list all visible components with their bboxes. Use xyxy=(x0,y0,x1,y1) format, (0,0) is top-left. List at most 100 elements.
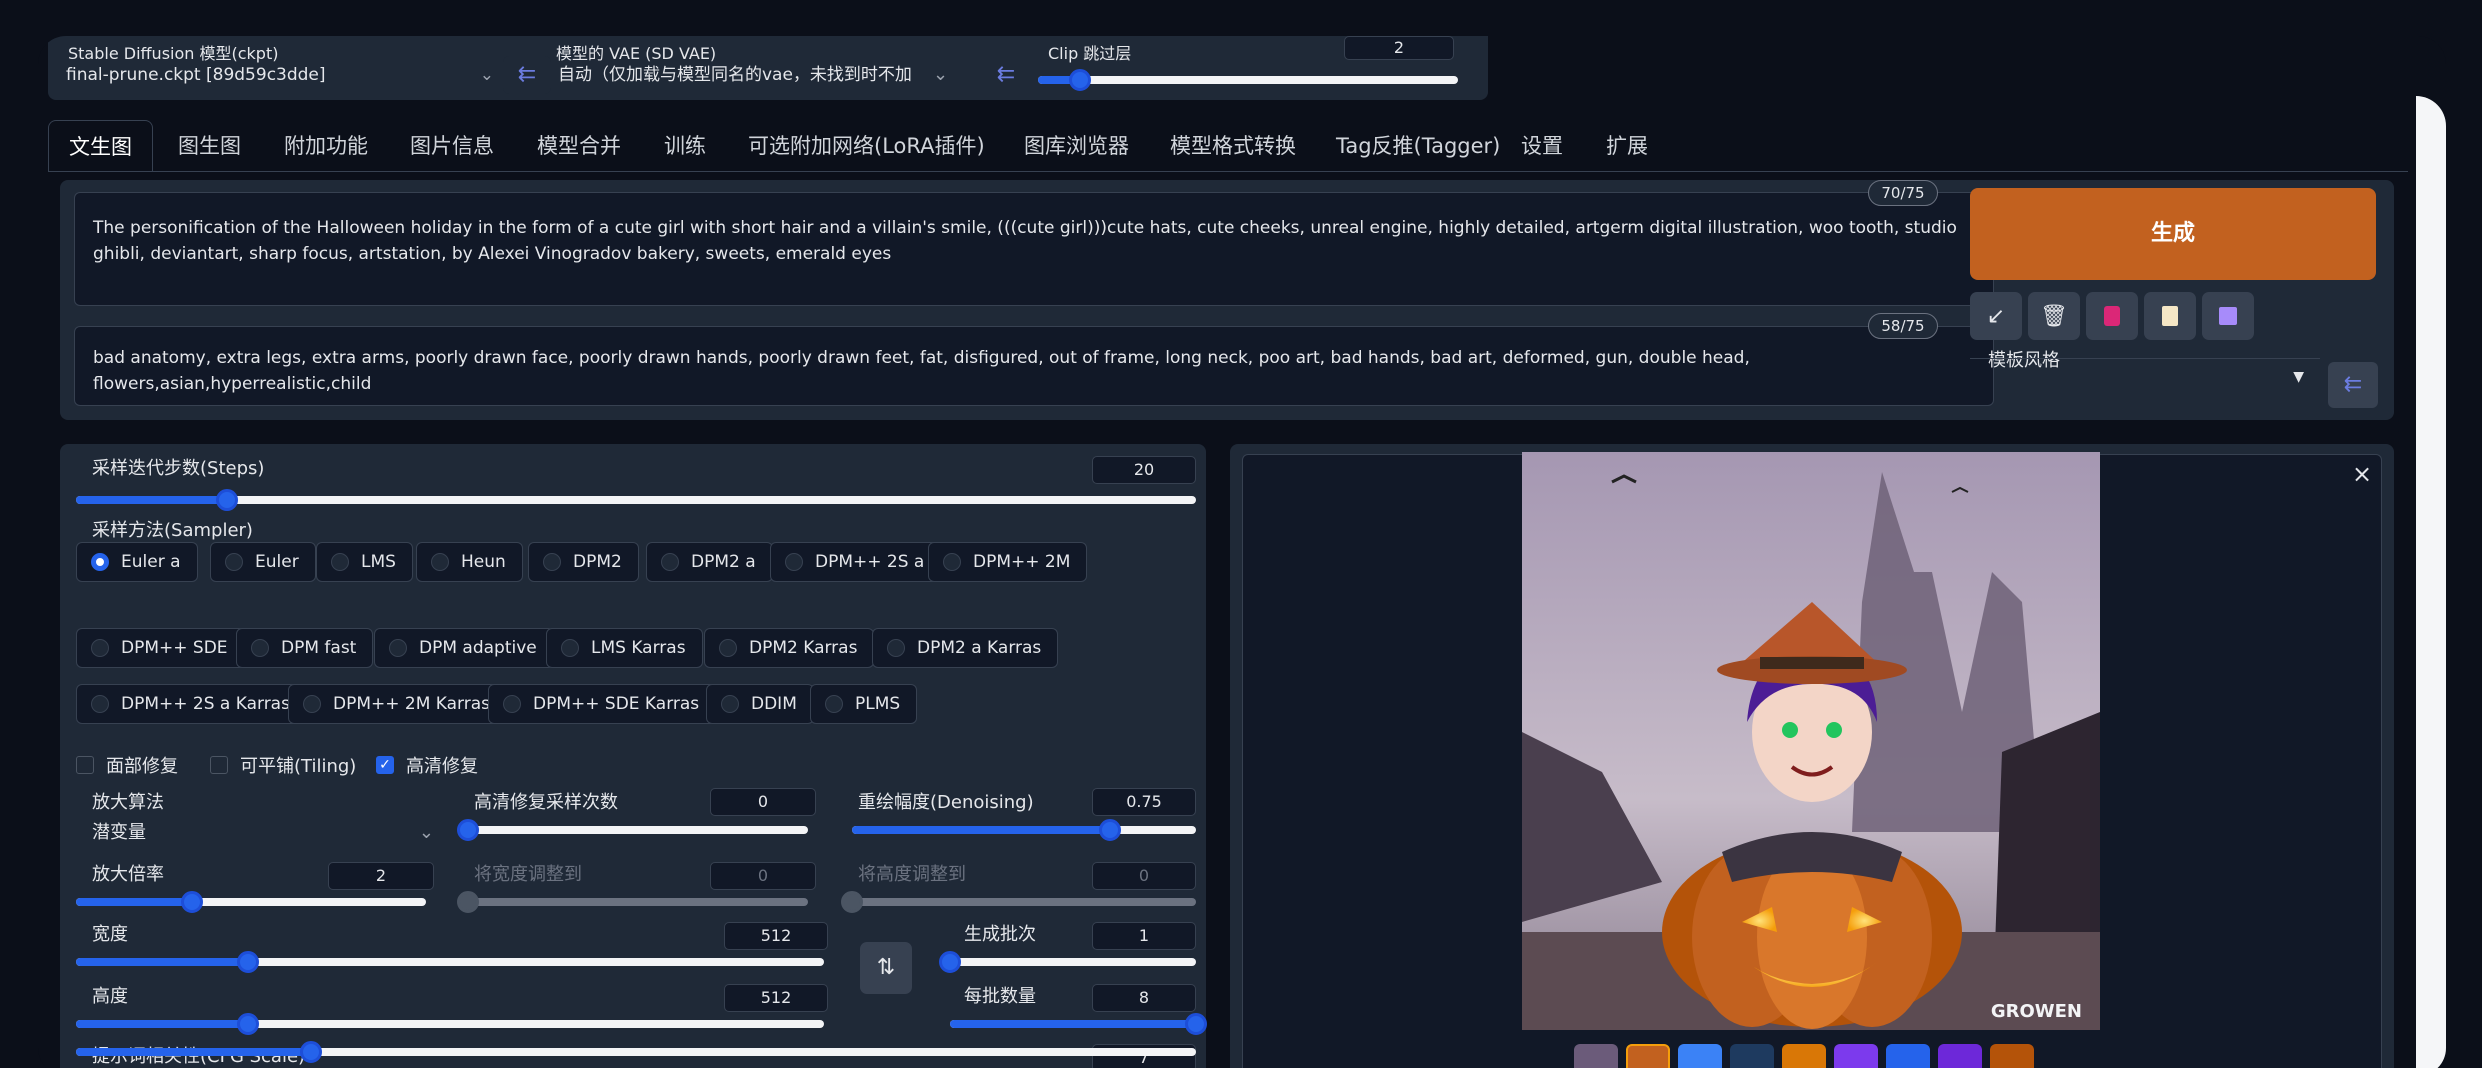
thumbnail-1[interactable] xyxy=(1574,1044,1618,1068)
denoising-value[interactable]: 0.75 xyxy=(1092,788,1196,816)
thumbnail-9[interactable] xyxy=(1990,1044,2034,1068)
refresh-ckpt-icon[interactable]: ⇇ xyxy=(503,56,551,94)
cfg-slider[interactable] xyxy=(76,1041,1196,1063)
close-icon[interactable]: × xyxy=(2352,460,2372,488)
arrow-icon[interactable]: ↙ xyxy=(1970,292,2022,340)
tab-convert[interactable]: 模型格式转换 xyxy=(1170,120,1296,172)
clip-slider[interactable] xyxy=(1038,69,1458,91)
tab-lora[interactable]: 可选附加网络(LoRA插件) xyxy=(748,120,985,172)
width-slider-thumb[interactable] xyxy=(237,951,260,973)
style-dropdown[interactable]: ▼ xyxy=(1970,358,2320,414)
sampler-option-lms-karras[interactable]: LMS Karras xyxy=(546,628,703,668)
sampler-option-euler-a[interactable]: Euler a xyxy=(76,542,198,582)
sampler-option-dpm2[interactable]: DPM2 xyxy=(528,542,639,582)
tab-train[interactable]: 训练 xyxy=(664,120,706,172)
upscale-by-slider-thumb[interactable] xyxy=(180,891,203,913)
negative-prompt-textarea[interactable]: bad anatomy, extra legs, extra arms, poo… xyxy=(74,326,1994,406)
thumbnail-2[interactable] xyxy=(1626,1044,1670,1068)
thumbnail-4[interactable] xyxy=(1730,1044,1774,1068)
upscale-by-value[interactable]: 2 xyxy=(328,862,434,890)
tab-img2img[interactable]: 图生图 xyxy=(178,120,241,172)
batch-count-value[interactable]: 1 xyxy=(1092,922,1196,950)
sampler-option-dpmpp-2s-a[interactable]: DPM++ 2S a xyxy=(770,542,942,582)
hires-steps-slider[interactable] xyxy=(457,819,808,841)
ckpt-dropdown[interactable]: final-prune.ckpt [89d59c3dde] ⌄ xyxy=(60,58,502,92)
app-window: Stable Diffusion 模型(ckpt) final-prune.ck… xyxy=(38,36,2446,1068)
swap-icon[interactable]: ⇅ xyxy=(860,942,912,994)
hires-steps-value[interactable]: 0 xyxy=(710,788,816,816)
thumbnail-8[interactable] xyxy=(1938,1044,1982,1068)
batch-count-slider-thumb[interactable] xyxy=(939,951,961,973)
sampler-option-label: DPM2 a Karras xyxy=(917,638,1042,658)
thumbnail-7[interactable] xyxy=(1886,1044,1930,1068)
steps-value[interactable]: 20 xyxy=(1092,456,1196,484)
sampler-option-label: DPM fast xyxy=(281,638,357,658)
sampler-option-heun[interactable]: Heun xyxy=(416,542,523,582)
generate-button[interactable]: 生成 xyxy=(1970,188,2376,280)
resize-height-slider xyxy=(841,891,1196,913)
upscale-by-slider[interactable] xyxy=(76,891,426,913)
prompt-textarea[interactable]: The personification of the Halloween hol… xyxy=(74,192,1994,306)
width-value[interactable]: 512 xyxy=(724,922,828,950)
tab-txt2img[interactable]: 文生图 xyxy=(48,120,153,172)
tab-png-info[interactable]: 图片信息 xyxy=(410,120,494,172)
height-slider-thumb[interactable] xyxy=(237,1013,260,1035)
hires-fix-checkbox[interactable]: ✓ 高清修复 xyxy=(376,752,478,778)
sampler-option-dpm2-a[interactable]: DPM2 a xyxy=(646,542,773,582)
tab-bar: 文生图 图生图 附加功能 图片信息 模型合并 训练 可选附加网络(LoRA插件)… xyxy=(48,120,2408,172)
refresh-styles-icon[interactable]: ⇇ xyxy=(2328,362,2378,408)
sampler-option-lms[interactable]: LMS xyxy=(316,542,413,582)
sampler-option-label: DPM++ SDE Karras xyxy=(533,694,700,714)
sampler-option-dpmpp-2m[interactable]: DPM++ 2M xyxy=(928,542,1088,582)
thumbnail-6[interactable] xyxy=(1834,1044,1878,1068)
tiling-checkbox[interactable]: 可平铺(Tiling) xyxy=(210,752,356,778)
trash-icon[interactable]: 🗑 xyxy=(2028,292,2080,340)
tab-gallery[interactable]: 图库浏览器 xyxy=(1024,120,1129,172)
sampler-option-dpm-fast[interactable]: DPM fast xyxy=(236,628,374,668)
sampler-option-label: DPM2 xyxy=(573,552,622,572)
tab-tagger[interactable]: Tag反推(Tagger) xyxy=(1336,120,1500,172)
sampler-option-label: PLMS xyxy=(855,694,901,714)
batch-size-slider-thumb[interactable] xyxy=(1185,1013,1207,1035)
paste-icon[interactable] xyxy=(2144,292,2196,340)
width-slider[interactable] xyxy=(76,951,824,973)
sampler-option-dpmpp-2s-a-karras[interactable]: DPM++ 2S a Karras xyxy=(76,684,307,724)
batch-size-value[interactable]: 8 xyxy=(1092,984,1196,1012)
sampler-option-plms[interactable]: PLMS xyxy=(810,684,918,724)
width-label: 宽度 xyxy=(92,924,128,945)
sampler-option-dpmpp-sde-karras[interactable]: DPM++ SDE Karras xyxy=(488,684,717,724)
save-style-icon[interactable] xyxy=(2202,292,2254,340)
height-value[interactable]: 512 xyxy=(724,984,828,1012)
height-slider[interactable] xyxy=(76,1013,824,1035)
tab-extensions[interactable]: 扩展 xyxy=(1606,120,1648,172)
sampler-option-dpmpp-2m-karras[interactable]: DPM++ 2M Karras xyxy=(288,684,508,724)
thumbnail-3[interactable] xyxy=(1678,1044,1722,1068)
clip-value[interactable]: 2 xyxy=(1344,36,1454,60)
refresh-vae-icon[interactable]: ⇇ xyxy=(982,56,1030,94)
window-edge xyxy=(2416,96,2446,1068)
sampler-option-dpm2-karras[interactable]: DPM2 Karras xyxy=(704,628,875,668)
chevron-down-icon: ⌄ xyxy=(479,65,494,85)
upscaler-dropdown[interactable]: 潜变量 ⌄ xyxy=(76,812,446,854)
denoising-slider-thumb[interactable] xyxy=(1099,819,1121,841)
restore-faces-checkbox[interactable]: 面部修复 xyxy=(76,752,178,778)
sampler-option-ddim[interactable]: DDIM xyxy=(706,684,814,724)
hires-steps-slider-thumb[interactable] xyxy=(457,819,479,841)
radio-icon xyxy=(331,553,349,571)
sampler-option-dpmpp-sde[interactable]: DPM++ SDE xyxy=(76,628,245,668)
thumbnail-5[interactable] xyxy=(1782,1044,1826,1068)
batch-count-slider[interactable] xyxy=(939,951,1196,973)
tab-extras[interactable]: 附加功能 xyxy=(284,120,368,172)
clip-slider-thumb[interactable] xyxy=(1069,69,1091,91)
vae-dropdown[interactable]: 自动（仅加载与模型同名的vae，未找到时不加 xyxy=(552,58,962,92)
extra-networks-icon[interactable] xyxy=(2086,292,2138,340)
sampler-option-euler[interactable]: Euler xyxy=(210,542,316,582)
steps-slider[interactable] xyxy=(76,489,1196,511)
generated-image[interactable]: GROWEN xyxy=(1522,452,2100,1030)
denoising-slider[interactable] xyxy=(852,819,1196,841)
sampler-option-dpm2-a-karras[interactable]: DPM2 a Karras xyxy=(872,628,1059,668)
tab-merge[interactable]: 模型合并 xyxy=(537,120,621,172)
batch-size-slider[interactable] xyxy=(950,1013,1207,1035)
sampler-option-dpm-adaptive[interactable]: DPM adaptive xyxy=(374,628,554,668)
tab-settings[interactable]: 设置 xyxy=(1521,120,1563,172)
